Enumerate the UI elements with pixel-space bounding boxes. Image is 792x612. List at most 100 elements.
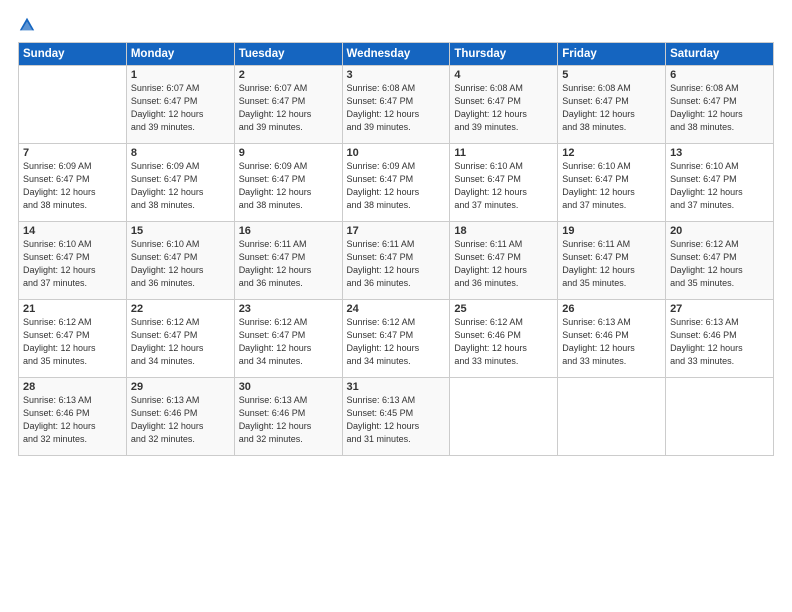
calendar-week-3: 14Sunrise: 6:10 AM Sunset: 6:47 PM Dayli… xyxy=(19,222,774,300)
calendar-cell: 11Sunrise: 6:10 AM Sunset: 6:47 PM Dayli… xyxy=(450,144,558,222)
day-info: Sunrise: 6:07 AM Sunset: 6:47 PM Dayligh… xyxy=(239,82,338,134)
day-number: 21 xyxy=(23,303,122,315)
day-info: Sunrise: 6:09 AM Sunset: 6:47 PM Dayligh… xyxy=(131,160,230,212)
day-info: Sunrise: 6:13 AM Sunset: 6:45 PM Dayligh… xyxy=(347,394,446,446)
day-header-saturday: Saturday xyxy=(666,43,774,66)
day-header-monday: Monday xyxy=(126,43,234,66)
day-info: Sunrise: 6:10 AM Sunset: 6:47 PM Dayligh… xyxy=(23,238,122,290)
day-number: 15 xyxy=(131,225,230,237)
page-header xyxy=(18,18,774,34)
calendar-cell: 13Sunrise: 6:10 AM Sunset: 6:47 PM Dayli… xyxy=(666,144,774,222)
calendar-cell: 30Sunrise: 6:13 AM Sunset: 6:46 PM Dayli… xyxy=(234,378,342,456)
day-number: 14 xyxy=(23,225,122,237)
calendar-week-4: 21Sunrise: 6:12 AM Sunset: 6:47 PM Dayli… xyxy=(19,300,774,378)
calendar-cell: 25Sunrise: 6:12 AM Sunset: 6:46 PM Dayli… xyxy=(450,300,558,378)
calendar-cell: 14Sunrise: 6:10 AM Sunset: 6:47 PM Dayli… xyxy=(19,222,127,300)
day-info: Sunrise: 6:08 AM Sunset: 6:47 PM Dayligh… xyxy=(670,82,769,134)
day-number: 31 xyxy=(347,381,446,393)
day-info: Sunrise: 6:10 AM Sunset: 6:47 PM Dayligh… xyxy=(562,160,661,212)
day-info: Sunrise: 6:12 AM Sunset: 6:46 PM Dayligh… xyxy=(454,316,553,368)
day-info: Sunrise: 6:13 AM Sunset: 6:46 PM Dayligh… xyxy=(239,394,338,446)
calendar-cell: 26Sunrise: 6:13 AM Sunset: 6:46 PM Dayli… xyxy=(558,300,666,378)
calendar-cell: 4Sunrise: 6:08 AM Sunset: 6:47 PM Daylig… xyxy=(450,66,558,144)
day-info: Sunrise: 6:11 AM Sunset: 6:47 PM Dayligh… xyxy=(562,238,661,290)
calendar-cell: 21Sunrise: 6:12 AM Sunset: 6:47 PM Dayli… xyxy=(19,300,127,378)
day-number: 25 xyxy=(454,303,553,315)
calendar-week-1: 1Sunrise: 6:07 AM Sunset: 6:47 PM Daylig… xyxy=(19,66,774,144)
day-info: Sunrise: 6:13 AM Sunset: 6:46 PM Dayligh… xyxy=(670,316,769,368)
day-info: Sunrise: 6:10 AM Sunset: 6:47 PM Dayligh… xyxy=(454,160,553,212)
day-header-tuesday: Tuesday xyxy=(234,43,342,66)
day-info: Sunrise: 6:12 AM Sunset: 6:47 PM Dayligh… xyxy=(347,316,446,368)
calendar-cell: 5Sunrise: 6:08 AM Sunset: 6:47 PM Daylig… xyxy=(558,66,666,144)
day-number: 19 xyxy=(562,225,661,237)
day-info: Sunrise: 6:09 AM Sunset: 6:47 PM Dayligh… xyxy=(239,160,338,212)
calendar-cell: 27Sunrise: 6:13 AM Sunset: 6:46 PM Dayli… xyxy=(666,300,774,378)
day-number: 30 xyxy=(239,381,338,393)
day-number: 23 xyxy=(239,303,338,315)
calendar-cell: 9Sunrise: 6:09 AM Sunset: 6:47 PM Daylig… xyxy=(234,144,342,222)
day-info: Sunrise: 6:10 AM Sunset: 6:47 PM Dayligh… xyxy=(670,160,769,212)
day-number: 26 xyxy=(562,303,661,315)
logo-icon xyxy=(18,16,36,34)
day-number: 9 xyxy=(239,147,338,159)
calendar-cell xyxy=(19,66,127,144)
day-number: 1 xyxy=(131,69,230,81)
day-number: 22 xyxy=(131,303,230,315)
calendar-cell: 29Sunrise: 6:13 AM Sunset: 6:46 PM Dayli… xyxy=(126,378,234,456)
calendar-header-row: SundayMondayTuesdayWednesdayThursdayFrid… xyxy=(19,43,774,66)
calendar-cell: 8Sunrise: 6:09 AM Sunset: 6:47 PM Daylig… xyxy=(126,144,234,222)
calendar-cell: 1Sunrise: 6:07 AM Sunset: 6:47 PM Daylig… xyxy=(126,66,234,144)
day-info: Sunrise: 6:13 AM Sunset: 6:46 PM Dayligh… xyxy=(23,394,122,446)
day-number: 5 xyxy=(562,69,661,81)
calendar-cell xyxy=(666,378,774,456)
calendar-cell xyxy=(450,378,558,456)
day-info: Sunrise: 6:07 AM Sunset: 6:47 PM Dayligh… xyxy=(131,82,230,134)
calendar-cell: 16Sunrise: 6:11 AM Sunset: 6:47 PM Dayli… xyxy=(234,222,342,300)
logo xyxy=(18,18,38,34)
day-number: 20 xyxy=(670,225,769,237)
calendar-cell: 6Sunrise: 6:08 AM Sunset: 6:47 PM Daylig… xyxy=(666,66,774,144)
day-info: Sunrise: 6:08 AM Sunset: 6:47 PM Dayligh… xyxy=(562,82,661,134)
day-number: 6 xyxy=(670,69,769,81)
calendar-cell: 12Sunrise: 6:10 AM Sunset: 6:47 PM Dayli… xyxy=(558,144,666,222)
day-info: Sunrise: 6:08 AM Sunset: 6:47 PM Dayligh… xyxy=(347,82,446,134)
calendar-week-5: 28Sunrise: 6:13 AM Sunset: 6:46 PM Dayli… xyxy=(19,378,774,456)
day-info: Sunrise: 6:12 AM Sunset: 6:47 PM Dayligh… xyxy=(23,316,122,368)
calendar-cell: 10Sunrise: 6:09 AM Sunset: 6:47 PM Dayli… xyxy=(342,144,450,222)
day-info: Sunrise: 6:08 AM Sunset: 6:47 PM Dayligh… xyxy=(454,82,553,134)
day-number: 4 xyxy=(454,69,553,81)
calendar-cell: 19Sunrise: 6:11 AM Sunset: 6:47 PM Dayli… xyxy=(558,222,666,300)
calendar-cell: 2Sunrise: 6:07 AM Sunset: 6:47 PM Daylig… xyxy=(234,66,342,144)
day-number: 16 xyxy=(239,225,338,237)
day-number: 8 xyxy=(131,147,230,159)
day-header-wednesday: Wednesday xyxy=(342,43,450,66)
calendar-body: 1Sunrise: 6:07 AM Sunset: 6:47 PM Daylig… xyxy=(19,66,774,456)
day-info: Sunrise: 6:11 AM Sunset: 6:47 PM Dayligh… xyxy=(454,238,553,290)
day-info: Sunrise: 6:12 AM Sunset: 6:47 PM Dayligh… xyxy=(670,238,769,290)
day-header-friday: Friday xyxy=(558,43,666,66)
calendar-cell: 7Sunrise: 6:09 AM Sunset: 6:47 PM Daylig… xyxy=(19,144,127,222)
day-number: 17 xyxy=(347,225,446,237)
calendar-cell: 20Sunrise: 6:12 AM Sunset: 6:47 PM Dayli… xyxy=(666,222,774,300)
day-number: 28 xyxy=(23,381,122,393)
day-info: Sunrise: 6:09 AM Sunset: 6:47 PM Dayligh… xyxy=(347,160,446,212)
calendar-cell: 28Sunrise: 6:13 AM Sunset: 6:46 PM Dayli… xyxy=(19,378,127,456)
day-header-thursday: Thursday xyxy=(450,43,558,66)
day-number: 10 xyxy=(347,147,446,159)
day-number: 2 xyxy=(239,69,338,81)
day-info: Sunrise: 6:12 AM Sunset: 6:47 PM Dayligh… xyxy=(239,316,338,368)
calendar-cell: 31Sunrise: 6:13 AM Sunset: 6:45 PM Dayli… xyxy=(342,378,450,456)
day-info: Sunrise: 6:10 AM Sunset: 6:47 PM Dayligh… xyxy=(131,238,230,290)
calendar-cell: 22Sunrise: 6:12 AM Sunset: 6:47 PM Dayli… xyxy=(126,300,234,378)
calendar-cell xyxy=(558,378,666,456)
day-number: 7 xyxy=(23,147,122,159)
calendar-cell: 18Sunrise: 6:11 AM Sunset: 6:47 PM Dayli… xyxy=(450,222,558,300)
calendar-week-2: 7 Sunrise: 6:09 AM Sunset: 6:47 PM Daylig… xyxy=(19,144,774,222)
day-number: 12 xyxy=(562,147,661,159)
calendar-cell: 23Sunrise: 6:12 AM Sunset: 6:47 PM Dayli… xyxy=(234,300,342,378)
day-number: 13 xyxy=(670,147,769,159)
day-header-sunday: Sunday xyxy=(19,43,127,66)
calendar-table: SundayMondayTuesdayWednesdayThursdayFrid… xyxy=(18,42,774,456)
day-number: 18 xyxy=(454,225,553,237)
